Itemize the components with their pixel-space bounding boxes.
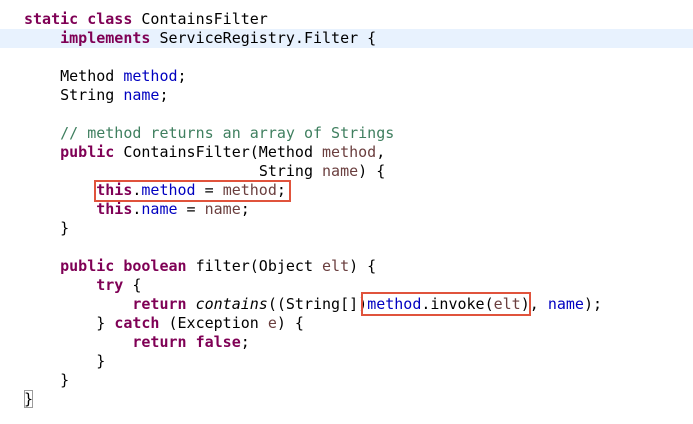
code-line-13: return contains((String[])method.invoke(… <box>0 295 693 314</box>
parameter-name: method <box>322 143 377 161</box>
code-line-7: String name) { <box>0 162 693 181</box>
field-name: name <box>141 200 178 218</box>
code-line-2-current: implements ServiceRegistry.Filter { <box>0 29 693 48</box>
closing-brace: } <box>96 352 106 370</box>
code-line-5: // method returns an array of Strings <box>0 124 693 143</box>
closing-brace-matched: } <box>24 390 34 408</box>
code-line-4: String name; <box>0 86 693 105</box>
operator: = <box>177 200 205 218</box>
parameter-name: e <box>267 314 277 332</box>
closing-brace: } <box>60 219 70 237</box>
code-text: (Exception <box>159 314 268 332</box>
code-line-3: Method method; <box>0 67 693 86</box>
field-name: method <box>367 295 422 313</box>
parameter-name: elt <box>493 295 521 313</box>
keyword: catch <box>114 314 160 332</box>
parameter-name: elt <box>322 257 350 275</box>
punctuation: ; <box>240 200 250 218</box>
keyword: boolean <box>123 257 187 275</box>
code-line-12: try { <box>0 276 693 295</box>
keyword: public <box>60 143 115 161</box>
punctuation: ; <box>159 86 169 104</box>
code-text: ((String[]) <box>267 295 368 313</box>
keyword: this <box>96 200 133 218</box>
code-line-17: } <box>0 371 693 390</box>
parameter-name: method <box>222 181 277 199</box>
field-name: method <box>123 67 178 85</box>
punctuation: ) { <box>349 257 377 275</box>
parameter-name: name <box>204 200 241 218</box>
punctuation: ) <box>520 295 530 313</box>
punctuation: , <box>376 143 386 161</box>
punctuation: ) { <box>358 162 386 180</box>
keyword: this <box>96 181 133 199</box>
code-line-16: } <box>0 352 693 371</box>
code-line-10: } <box>0 219 693 238</box>
keyword: return <box>132 333 187 351</box>
code-text: .invoke( <box>421 295 494 313</box>
keyword: false <box>195 333 241 351</box>
code-comment: // method returns an array of Strings <box>60 124 395 142</box>
type-name: String <box>258 162 323 180</box>
code-line-15: return false; <box>0 333 693 352</box>
keyword: return <box>132 295 187 313</box>
keyword: public <box>60 257 115 275</box>
type-name: Method <box>60 67 124 85</box>
code-line-1: static class ContainsFilter <box>0 10 693 29</box>
keyword: static class <box>24 10 133 28</box>
static-method-name: contains <box>195 295 268 313</box>
code-line-6: public ContainsFilter(Method method, <box>0 143 693 162</box>
code-text: filter(Object <box>186 257 323 275</box>
punctuation: ; <box>276 181 286 199</box>
class-name: ContainsFilter <box>132 10 268 28</box>
code-line-14: } catch (Exception e) { <box>0 314 693 333</box>
punctuation: { <box>123 276 142 294</box>
field-name: name <box>123 86 160 104</box>
code-editor[interactable]: static class ContainsFilter implements S… <box>0 0 693 424</box>
closing-brace: } <box>60 371 70 389</box>
punctuation: ; <box>240 333 250 351</box>
punctuation: , <box>529 295 548 313</box>
field-name: name <box>547 295 584 313</box>
code-line-18: } <box>0 390 693 409</box>
operator: = <box>195 181 223 199</box>
code-line-11: public boolean filter(Object elt) { <box>0 257 693 276</box>
type-name: String <box>60 86 124 104</box>
parameter-name: name <box>322 162 359 180</box>
keyword: implements <box>60 29 151 47</box>
punctuation: ) { <box>276 314 304 332</box>
keyword: try <box>96 276 124 294</box>
code-text: ContainsFilter(Method <box>114 143 323 161</box>
code-line-9: this.name = name; <box>0 200 693 219</box>
punctuation: ); <box>583 295 602 313</box>
closing-brace: } <box>96 314 115 332</box>
code-line-8: this.method = method; <box>0 181 693 200</box>
field-name: method <box>141 181 196 199</box>
code-text: ServiceRegistry.Filter { <box>150 29 377 47</box>
punctuation: ; <box>177 67 187 85</box>
